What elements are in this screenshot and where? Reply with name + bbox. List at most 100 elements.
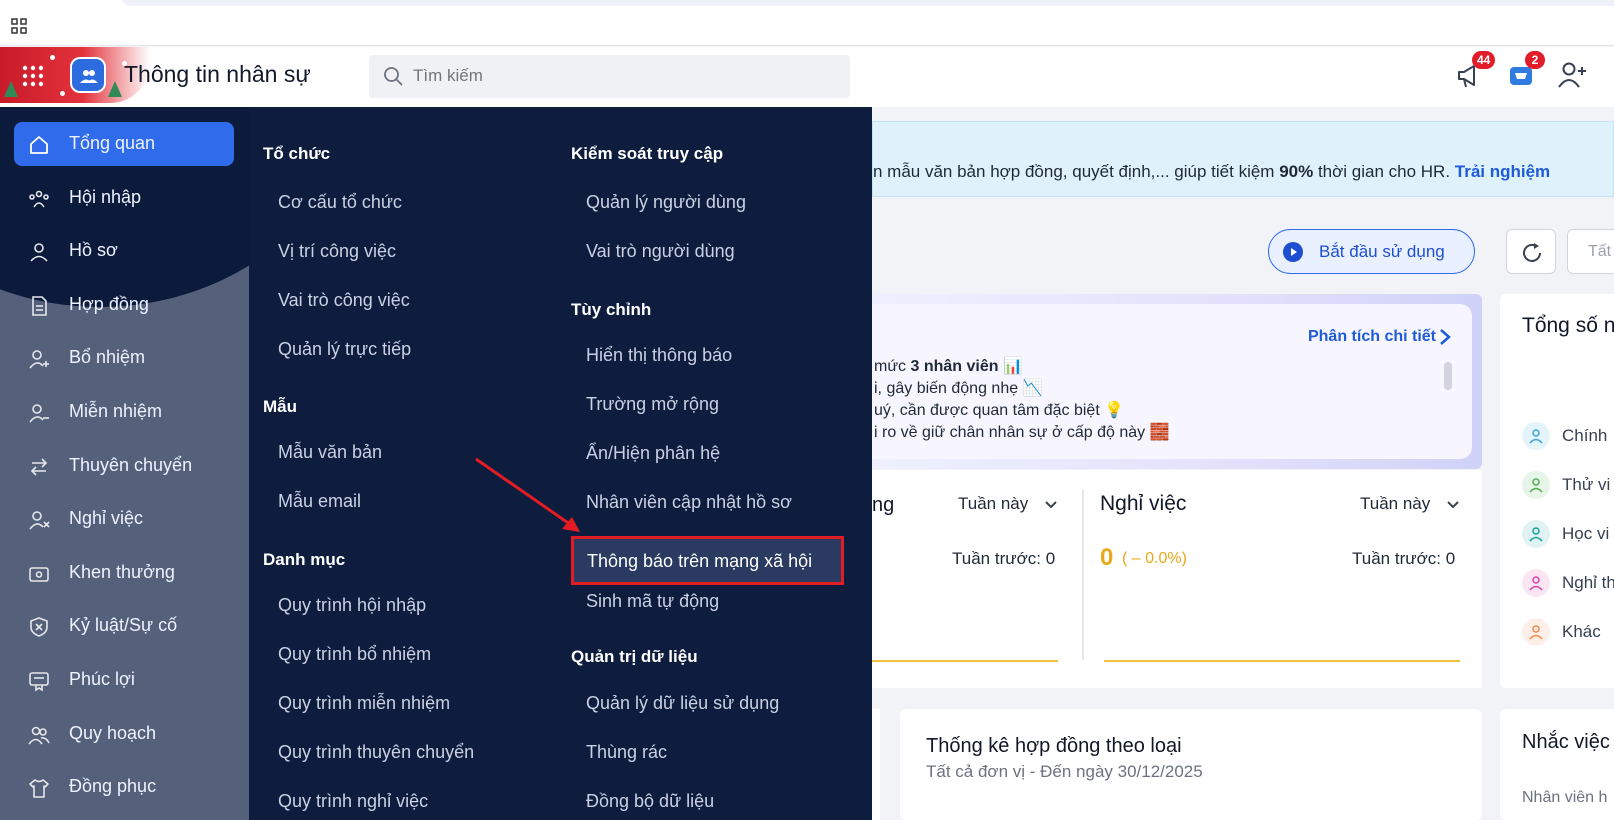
document-icon [32, 295, 47, 316]
sidebar-item-0[interactable]: Tổng quan [14, 122, 234, 166]
sidebar-item-1[interactable]: Hội nhập [14, 176, 234, 220]
sidebar-item-2[interactable]: Hồ sơ [14, 229, 234, 273]
detail-analysis-link[interactable]: Phân tích chi tiết [1308, 328, 1436, 346]
employee-type-icon [1522, 618, 1550, 646]
user-x-icon [29, 511, 50, 530]
employee-total-card: Tổng số n Chính Thử vi Học vi Nghỉ th Khác [1500, 294, 1614, 688]
period-dropdown-right[interactable]: Tuần này [1360, 494, 1430, 514]
chevron-down-icon[interactable] [1044, 500, 1058, 510]
add-user-button[interactable] [1556, 59, 1588, 91]
address-bar[interactable] [122, 0, 1614, 6]
sidebar-item-10[interactable]: Phúc lợi [14, 658, 234, 702]
menu-item-label: Thông báo trên mạng xã hội [587, 551, 813, 571]
menu-item-quy-trinh-mien-nhiem[interactable]: Quy trình miễn nhiệm [278, 693, 450, 714]
app-logo[interactable] [70, 57, 106, 93]
sidebar-item-5[interactable]: Miễn nhiệm [14, 390, 234, 434]
chevron-right-icon[interactable] [1438, 328, 1452, 346]
banner-text-part: thời gian cho HR. [1313, 162, 1455, 181]
menu-item-vi-tri-cong-viec[interactable]: Vị trí công việc [278, 241, 396, 262]
chart-line-left [872, 660, 1058, 662]
app-launcher-icon[interactable] [22, 65, 44, 87]
cart-count-badge: 2 [1525, 51, 1545, 69]
apps-grid-icon[interactable] [11, 18, 27, 34]
banner-text-part: n mẫu văn bản hợp đồng, quyết định,... g… [873, 162, 1280, 181]
snowflake-icon [50, 55, 55, 60]
insight-line: mức 3 nhân viên 📊 [874, 356, 1023, 376]
menu-item-quy-trinh-nghi-viec[interactable]: Quy trình nghỉ việc [278, 791, 428, 812]
sidebar-item-3[interactable]: Hợp đồng [14, 283, 234, 327]
reminder-subtitle: Nhân viên h [1522, 789, 1608, 806]
menu-item-thong-bao-mang-xa-hoi[interactable]: Thông báo trên mạng xã hội [571, 536, 844, 585]
section-title-danh-muc: Danh mục [263, 550, 346, 569]
contract-stats-card: Thống kê hợp đồng theo loại Tất cả đơn v… [900, 709, 1482, 820]
snowflake-icon [60, 91, 65, 96]
announcement-button[interactable]: 44 [1454, 51, 1496, 91]
prev-week-left: Tuần trước: 0 [952, 549, 1056, 568]
insight-line: i, gây biến động nhẹ 📉 [874, 380, 1043, 397]
left-bottom-card [872, 709, 880, 820]
sidebar-item-7[interactable]: Nghỉ việc [14, 497, 234, 541]
menu-item-vai-tro-cong-viec[interactable]: Vai trò công việc [278, 290, 410, 311]
section-title-kiem-soat-truy-cap: Kiểm soát truy cập [571, 144, 724, 163]
menu-item-co-cau-to-chuc[interactable]: Cơ cấu tổ chức [278, 192, 402, 213]
menu-item-quan-ly-truc-tiep[interactable]: Quản lý trực tiếp [278, 339, 411, 360]
menu-item-quan-ly-du-lieu-su-dung[interactable]: Quản lý dữ liệu sử dụng [586, 693, 779, 714]
employee-type-row: Khác [1522, 618, 1614, 646]
menu-item-hien-thi-thong-bao[interactable]: Hiển thị thông báo [586, 345, 732, 366]
menu-item-mau-email[interactable]: Mẫu email [278, 491, 361, 512]
red-pointer-arrow-icon [475, 457, 580, 532]
chevron-down-icon[interactable] [1446, 500, 1460, 510]
sidebar-item-8[interactable]: Khen thưởng [14, 551, 234, 595]
group-icon [28, 726, 50, 745]
insight-text: 📊 [998, 358, 1023, 375]
home-icon [30, 136, 48, 154]
insight-text: mức [874, 358, 911, 375]
tree-icon [108, 81, 122, 97]
period-dropdown-left[interactable]: Tuần này [958, 494, 1028, 514]
sidebar-item-9[interactable]: Kỷ luật/Sự cố [14, 604, 234, 648]
start-using-button[interactable]: Bắt đầu sử dụng [1268, 229, 1475, 274]
chart-line-right [1104, 660, 1460, 662]
insight-scrollbar[interactable] [1444, 362, 1452, 390]
shirt-icon [29, 779, 49, 798]
employee-total-title: Tổng số n [1522, 314, 1614, 337]
sidebar-item-label: Hội nhập [69, 186, 142, 207]
menu-item-mau-van-ban[interactable]: Mẫu văn bản [278, 442, 382, 463]
sidebar-item-label: Hồ sơ [69, 240, 118, 261]
sidebar-item-12[interactable]: Đồng phục [14, 765, 234, 809]
menu-item-quy-trinh-bo-nhiem[interactable]: Quy trình bổ nhiệm [278, 644, 431, 665]
sidebar: Tổng quan Hội nhập Hồ sơ Hợp đồng Bổ nhiệm Mi… [0, 107, 249, 820]
menu-item-quy-trinh-hoi-nhap[interactable]: Quy trình hội nhập [278, 595, 426, 616]
employee-type-label: Khác [1562, 622, 1601, 641]
sidebar-item-label: Đồng phục [69, 776, 157, 797]
promo-banner: n mẫu văn bản hợp đồng, quyết định,... g… [872, 121, 1614, 197]
sidebar-item-label: Hợp đồng [69, 293, 149, 314]
refresh-button[interactable] [1506, 229, 1556, 274]
cart-button[interactable]: 2 [1505, 51, 1545, 91]
prev-week-right: Tuần trước: 0 [1352, 549, 1456, 568]
resignation-count: 0 [1100, 544, 1114, 571]
user-plus-icon [29, 350, 49, 369]
menu-item-sinh-ma-tu-dong[interactable]: Sinh mã tự động [586, 591, 719, 612]
search-input[interactable] [413, 63, 833, 89]
menu-item-quan-ly-nguoi-dung[interactable]: Quản lý người dùng [586, 192, 746, 213]
tree-icon [4, 81, 18, 97]
sidebar-item-4[interactable]: Bổ nhiệm [14, 336, 234, 380]
unit-filter-select[interactable]: Tất [1567, 229, 1614, 274]
menu-item-dong-bo-du-lieu[interactable]: Đồng bộ dữ liệu [586, 791, 714, 812]
sidebar-item-11[interactable]: Quy hoạch [14, 712, 234, 756]
menu-item-truong-mo-rong[interactable]: Trường mở rộng [586, 394, 719, 415]
employee-type-icon [1522, 569, 1550, 597]
search-box[interactable] [369, 55, 850, 98]
banner-try-link[interactable]: Trải nghiệm [1455, 162, 1550, 181]
menu-item-thung-rac[interactable]: Thùng rác [586, 742, 667, 763]
menu-item-quy-trinh-thuyen-chuyen[interactable]: Quy trình thuyên chuyển [278, 742, 474, 763]
sidebar-item-6[interactable]: Thuyên chuyển [14, 444, 234, 488]
stat-title-left: ng [872, 494, 895, 516]
settings-mega-menu: Tổ chức Cơ cấu tổ chức Vị trí công việc … [249, 107, 872, 820]
menu-item-an-hien-phan-he[interactable]: Ẩn/Hiện phân hệ [586, 443, 720, 464]
menu-item-vai-tro-nguoi-dung[interactable]: Vai trò người dùng [586, 241, 735, 262]
section-title-tuy-chinh: Tùy chỉnh [571, 300, 652, 319]
menu-item-nhan-vien-cap-nhat-ho-so[interactable]: Nhân viên cập nhật hồ sơ [586, 492, 792, 513]
employee-type-label: Học vi [1562, 524, 1610, 543]
